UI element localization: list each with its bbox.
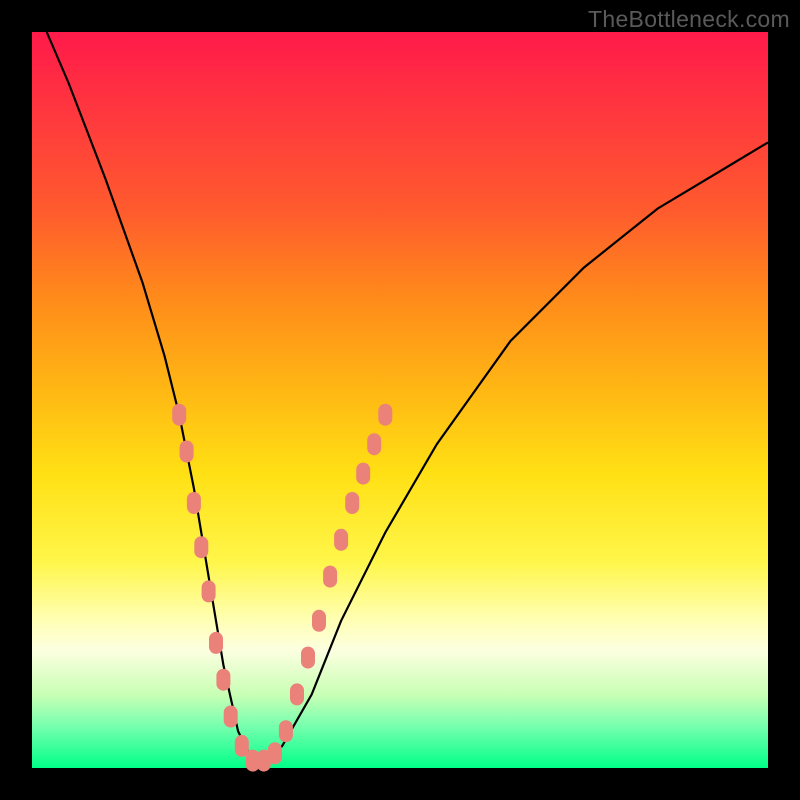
plot-area <box>32 32 768 768</box>
bottleneck-curve <box>47 32 768 761</box>
data-marker <box>180 441 194 463</box>
data-marker <box>334 529 348 551</box>
data-marker <box>356 463 370 485</box>
data-marker <box>194 536 208 558</box>
data-marker <box>290 683 304 705</box>
chart-svg <box>32 32 768 768</box>
data-marker <box>224 706 238 728</box>
marker-group <box>172 404 392 772</box>
data-marker <box>378 404 392 426</box>
watermark-text: TheBottleneck.com <box>588 6 790 33</box>
data-marker <box>209 632 223 654</box>
data-marker <box>279 720 293 742</box>
chart-container: TheBottleneck.com <box>0 0 800 800</box>
data-marker <box>345 492 359 514</box>
data-marker <box>187 492 201 514</box>
data-marker <box>216 669 230 691</box>
data-marker <box>172 404 186 426</box>
data-marker <box>202 580 216 602</box>
data-marker <box>312 610 326 632</box>
data-marker <box>323 566 337 588</box>
data-marker <box>367 433 381 455</box>
data-marker <box>268 742 282 764</box>
data-marker <box>301 647 315 669</box>
